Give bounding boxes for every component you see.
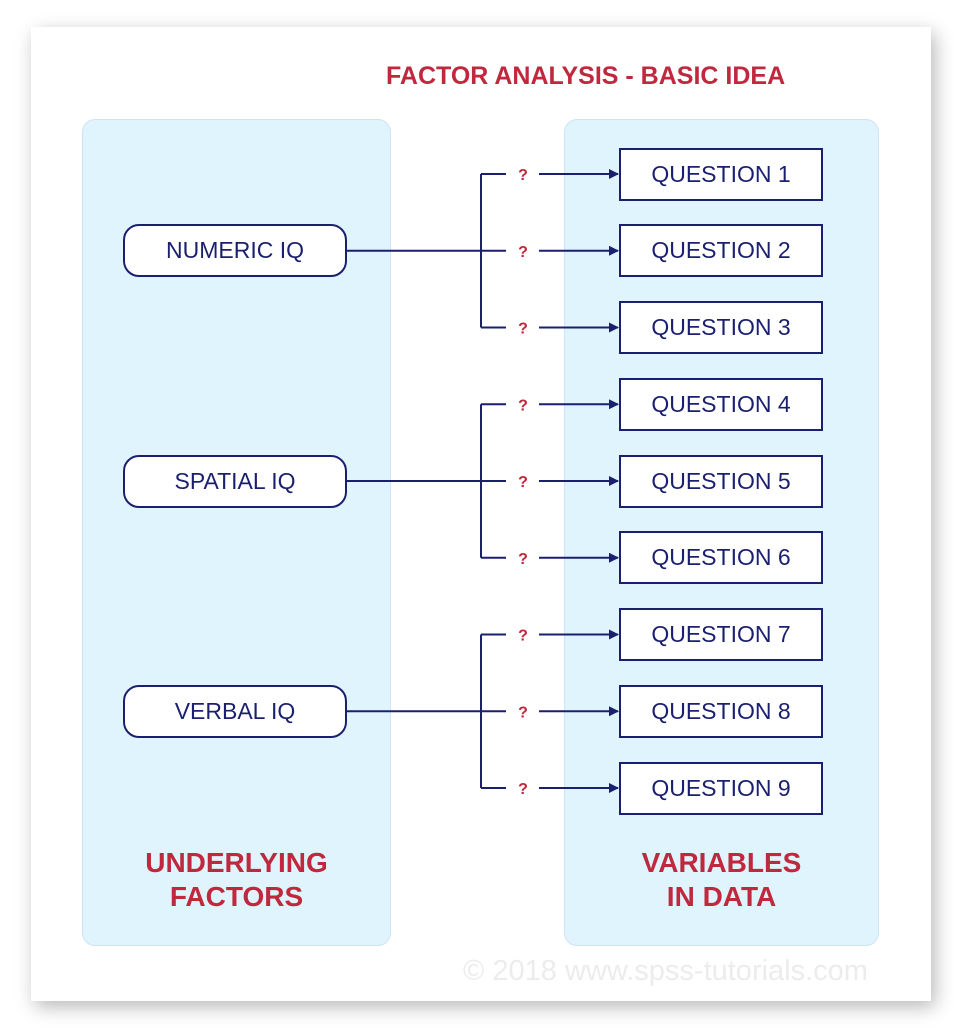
unknown-loading-label: ?: [518, 321, 528, 338]
question-box: QUESTION 2: [619, 224, 823, 278]
unknown-loading-label: ?: [518, 628, 528, 645]
factor-box: VERBAL IQ: [123, 684, 347, 738]
unknown-loading-label: ?: [518, 551, 528, 568]
unknown-loading-label: ?: [518, 397, 528, 414]
question-box: QUESTION 4: [619, 377, 823, 431]
unknown-loading-label: ?: [518, 474, 528, 491]
question-box: QUESTION 1: [619, 147, 823, 201]
unknown-loading-label: ?: [518, 781, 528, 798]
unknown-loading-label: ?: [518, 704, 528, 721]
unknown-loading-label: ?: [518, 244, 528, 261]
question-box: QUESTION 3: [619, 301, 823, 354]
question-box: QUESTION 6: [619, 531, 823, 585]
question-box: QUESTION 8: [619, 684, 823, 738]
question-box: QUESTION 5: [619, 454, 823, 508]
question-box: QUESTION 9: [619, 761, 823, 815]
factor-box: NUMERIC IQ: [123, 224, 347, 278]
unknown-loading-label: ?: [518, 167, 528, 184]
factor-box: SPATIAL IQ: [123, 454, 347, 508]
question-box: QUESTION 7: [619, 608, 823, 661]
copyright-watermark: © 2018 www.spss-tutorials.com: [463, 955, 868, 987]
